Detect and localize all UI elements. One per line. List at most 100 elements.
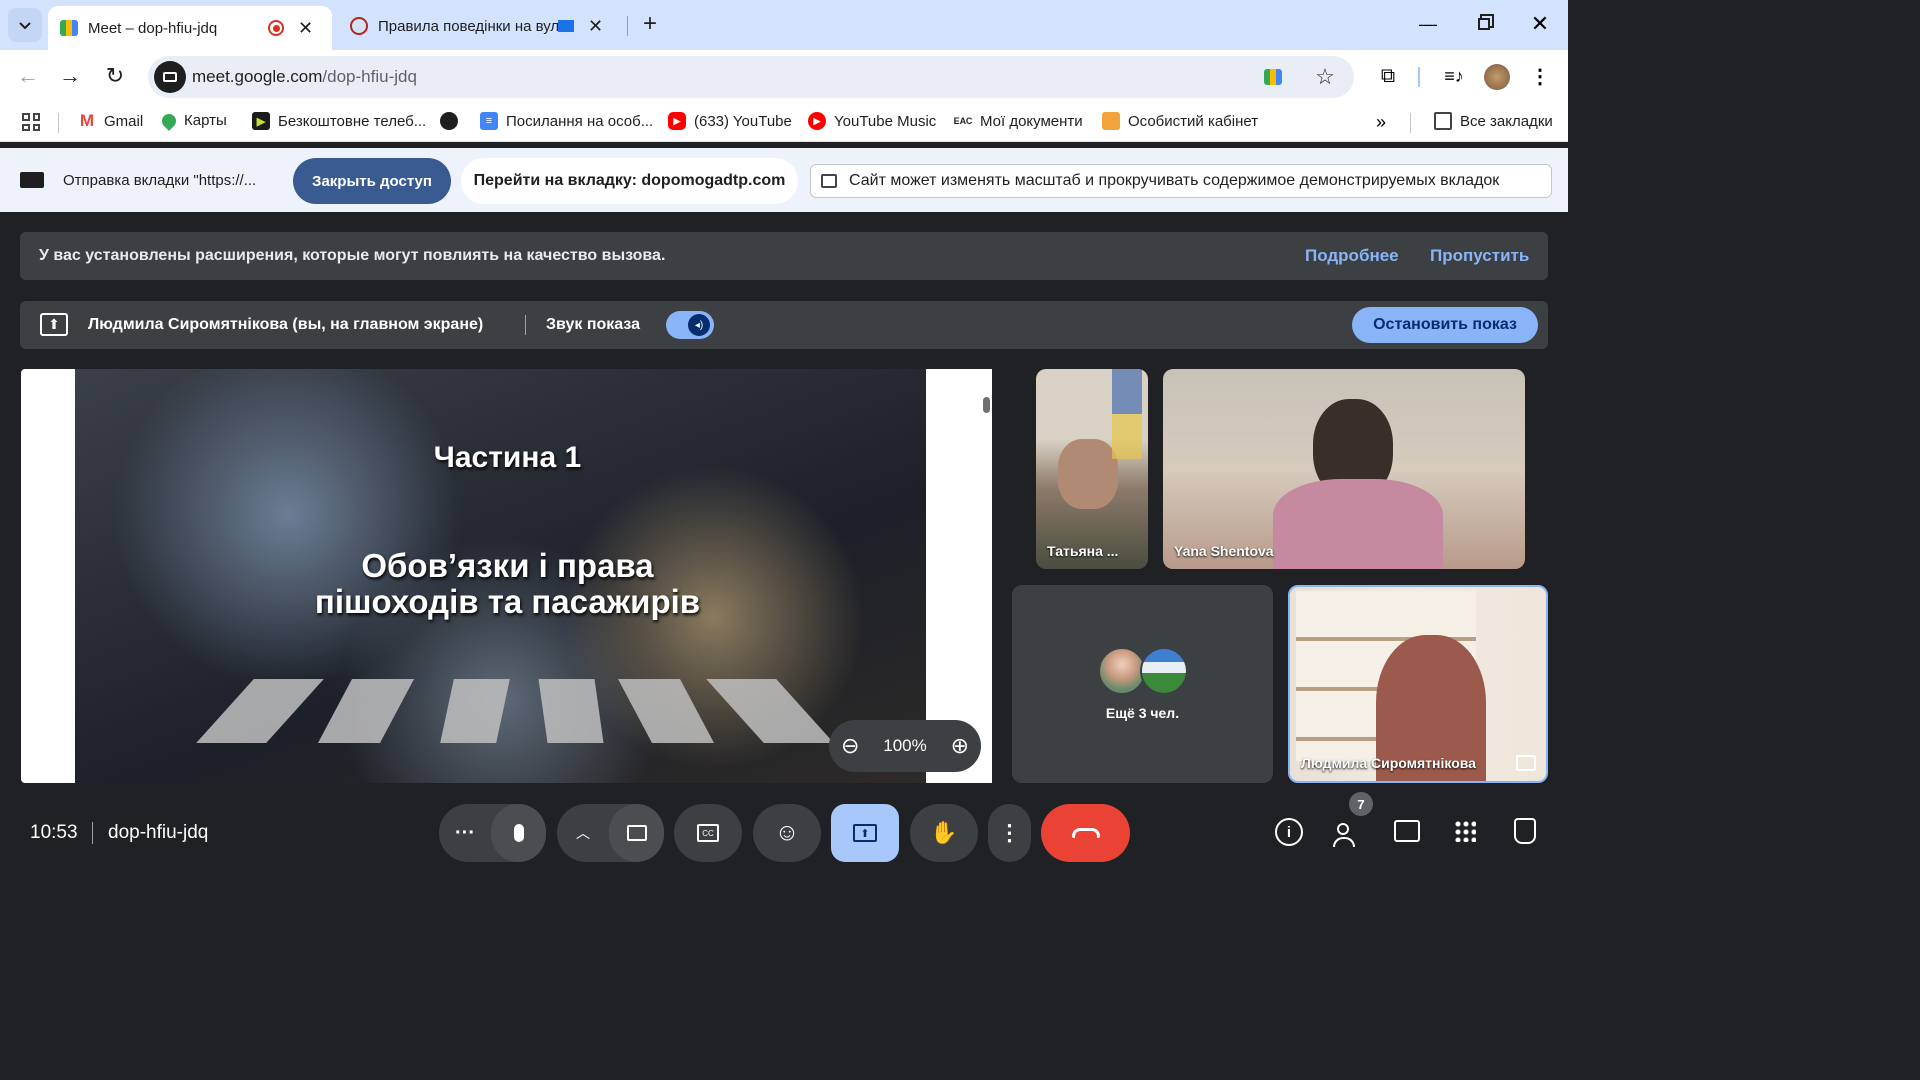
stop-presenting-button[interactable]: Остановить показ bbox=[1352, 307, 1538, 343]
all-bookmarks[interactable]: Все закладки bbox=[1434, 112, 1553, 130]
site-favicon-icon bbox=[350, 17, 368, 35]
raise-hand-button[interactable]: ✋ bbox=[910, 804, 978, 862]
emoji-icon: ☺ bbox=[774, 819, 800, 846]
meeting-info-icon[interactable]: i bbox=[1275, 818, 1303, 846]
presenter-label: Людмила Сиромятнікова (вы, на главном эк… bbox=[88, 316, 484, 333]
flag-shape bbox=[1112, 369, 1142, 459]
camera-icon bbox=[626, 825, 647, 841]
bookmark-gmail[interactable]: M Gmail bbox=[78, 111, 143, 130]
bookmark-tv[interactable]: ▶ Безкоштовне телеб... bbox=[252, 112, 426, 130]
tab-meet[interactable]: Meet – dop-hfiu-jdq ✕ bbox=[48, 6, 332, 50]
bookmark-cabinet[interactable]: Особистий кабінет bbox=[1102, 112, 1258, 130]
banner-text: У вас установлены расширения, которые мо… bbox=[39, 247, 666, 264]
camera-button[interactable] bbox=[609, 804, 664, 862]
close-window-button[interactable]: ✕ bbox=[1520, 6, 1560, 42]
tv-icon: ▶ bbox=[252, 112, 270, 130]
participant-tile-self[interactable]: Людмила Сиромятнікова bbox=[1288, 585, 1548, 783]
skip-link[interactable]: Пропустить bbox=[1430, 246, 1529, 266]
participant-tile-tatyana[interactable]: Татьяна ... bbox=[1036, 369, 1148, 569]
apps-icon[interactable] bbox=[22, 113, 40, 131]
cabinet-icon bbox=[1102, 112, 1120, 130]
back-button[interactable]: ← bbox=[14, 62, 42, 90]
tab-search-button[interactable] bbox=[8, 8, 42, 42]
chrome-menu-icon[interactable]: ⋮ bbox=[1528, 62, 1552, 90]
site-info-icon[interactable] bbox=[154, 61, 186, 93]
bookmark-my-docs[interactable]: ЕАС Мої документи bbox=[954, 112, 1083, 130]
participant-tile-yana[interactable]: Yana Shentova bbox=[1163, 369, 1525, 569]
people-button[interactable] bbox=[1331, 817, 1365, 847]
reload-button[interactable]: ↻ bbox=[101, 62, 129, 90]
scrollbar[interactable] bbox=[981, 369, 992, 783]
forward-button[interactable]: → bbox=[56, 62, 84, 90]
more-options-button[interactable]: ⋮ bbox=[988, 804, 1031, 862]
others-tile[interactable]: Ещё 3 чел. bbox=[1012, 585, 1273, 783]
bookmark-maps[interactable]: Карты bbox=[159, 110, 227, 131]
profile-avatar[interactable] bbox=[1484, 64, 1510, 90]
zoom-in-icon[interactable]: ⊕ bbox=[951, 733, 969, 759]
activities-icon[interactable] bbox=[1454, 820, 1476, 842]
slide-title-line1: Обов’язки і права bbox=[361, 547, 654, 584]
people-icon bbox=[1337, 823, 1349, 835]
bookmark-youtube[interactable]: ▶ (633) YouTube bbox=[668, 112, 792, 130]
zoom-level: 100% bbox=[883, 736, 927, 755]
slide: Частина 1 Обов’язки і права пішоходів та… bbox=[75, 369, 926, 783]
address-bar[interactable]: meet.google.com/dop-hfiu-jdq ☆ bbox=[148, 56, 1354, 98]
host-controls-icon[interactable] bbox=[1514, 818, 1536, 844]
goto-tab-button[interactable]: Перейти на вкладку: dopomogadtp.com bbox=[461, 158, 798, 204]
present-button[interactable]: ⬆ bbox=[831, 804, 899, 862]
share-audio-label: Звук показа bbox=[546, 316, 640, 333]
slide-part-heading: Частина 1 bbox=[433, 441, 582, 474]
restore-button[interactable] bbox=[1464, 6, 1504, 42]
people-icon-body bbox=[1333, 837, 1355, 847]
zoom-out-icon[interactable]: ⊖ bbox=[841, 733, 859, 759]
eac-icon: ЕАС bbox=[953, 116, 973, 126]
close-tab-icon[interactable]: ✕ bbox=[588, 16, 603, 37]
close-tab-icon[interactable]: ✕ bbox=[298, 18, 313, 39]
tab-rules[interactable]: Правила поведінки на вул ✕ bbox=[340, 6, 620, 46]
share-notice: Сайт может изменять масштаб и прокручива… bbox=[810, 164, 1552, 198]
learn-more-link[interactable]: Подробнее bbox=[1305, 246, 1399, 266]
hand-icon: ✋ bbox=[930, 820, 958, 845]
presentation-view: Частина 1 Обов’язки і права пішоходів та… bbox=[21, 369, 992, 783]
crosswalk-stripes bbox=[196, 679, 845, 743]
others-count: Ещё 3 чел. bbox=[1105, 705, 1180, 721]
bottom-divider bbox=[92, 822, 93, 844]
more-bookmarks-icon[interactable]: » bbox=[1376, 112, 1386, 133]
youtube-icon: ▶ bbox=[668, 112, 686, 130]
stop-access-button[interactable]: Закрыть доступ bbox=[293, 158, 451, 204]
bookmark-docs[interactable]: ≡ Посилання на особ... bbox=[480, 112, 653, 130]
minimize-button[interactable]: — bbox=[1408, 6, 1448, 42]
chat-icon[interactable] bbox=[1394, 820, 1420, 842]
toolbar-divider bbox=[1418, 67, 1420, 87]
tab-title: Meet – dop-hfiu-jdq bbox=[88, 19, 218, 37]
zoom-control: ⊖ 100% ⊕ bbox=[829, 720, 981, 772]
chevron-down-icon bbox=[19, 22, 31, 30]
reactions-button[interactable]: ☺ bbox=[753, 804, 821, 862]
restore-icon bbox=[1478, 18, 1490, 30]
captions-button[interactable]: CC bbox=[674, 804, 742, 862]
meet-extension-icon[interactable] bbox=[1264, 69, 1282, 85]
bookmark-youtube-music[interactable]: ▶ YouTube Music bbox=[808, 112, 936, 130]
scrollbar-thumb[interactable] bbox=[983, 397, 990, 413]
sharing-status-text: Отправка вкладки "https://... bbox=[63, 172, 257, 189]
audio-options-button[interactable]: ··· bbox=[439, 822, 491, 845]
share-audio-toggle[interactable]: ◂) bbox=[666, 311, 714, 339]
present-screen-icon: ⬆ bbox=[40, 313, 68, 336]
recording-icon bbox=[268, 20, 284, 36]
video-figure-body bbox=[1273, 479, 1443, 569]
new-tab-button[interactable]: + bbox=[636, 10, 664, 38]
microphone-icon bbox=[513, 824, 524, 842]
video-options-button[interactable]: ︿ bbox=[557, 823, 609, 843]
meeting-code[interactable]: dop-hfiu-jdq bbox=[108, 822, 208, 844]
bookmark-globe[interactable] bbox=[440, 112, 466, 130]
leave-call-button[interactable] bbox=[1041, 804, 1130, 862]
media-control-icon[interactable]: ≡♪ bbox=[1440, 62, 1468, 90]
microphone-button[interactable] bbox=[491, 804, 546, 862]
extensions-icon[interactable]: ⧉ bbox=[1374, 62, 1402, 90]
tab-divider bbox=[627, 16, 628, 36]
pip-icon[interactable] bbox=[1516, 755, 1536, 771]
bookmark-star-icon[interactable]: ☆ bbox=[1312, 64, 1338, 90]
scroll-zoom-icon bbox=[821, 174, 837, 188]
bookmarks-bar: M Gmail Карты ▶ Безкоштовне телеб... ≡ Поси… bbox=[0, 104, 1568, 142]
camera-control: ︿ bbox=[557, 804, 664, 862]
